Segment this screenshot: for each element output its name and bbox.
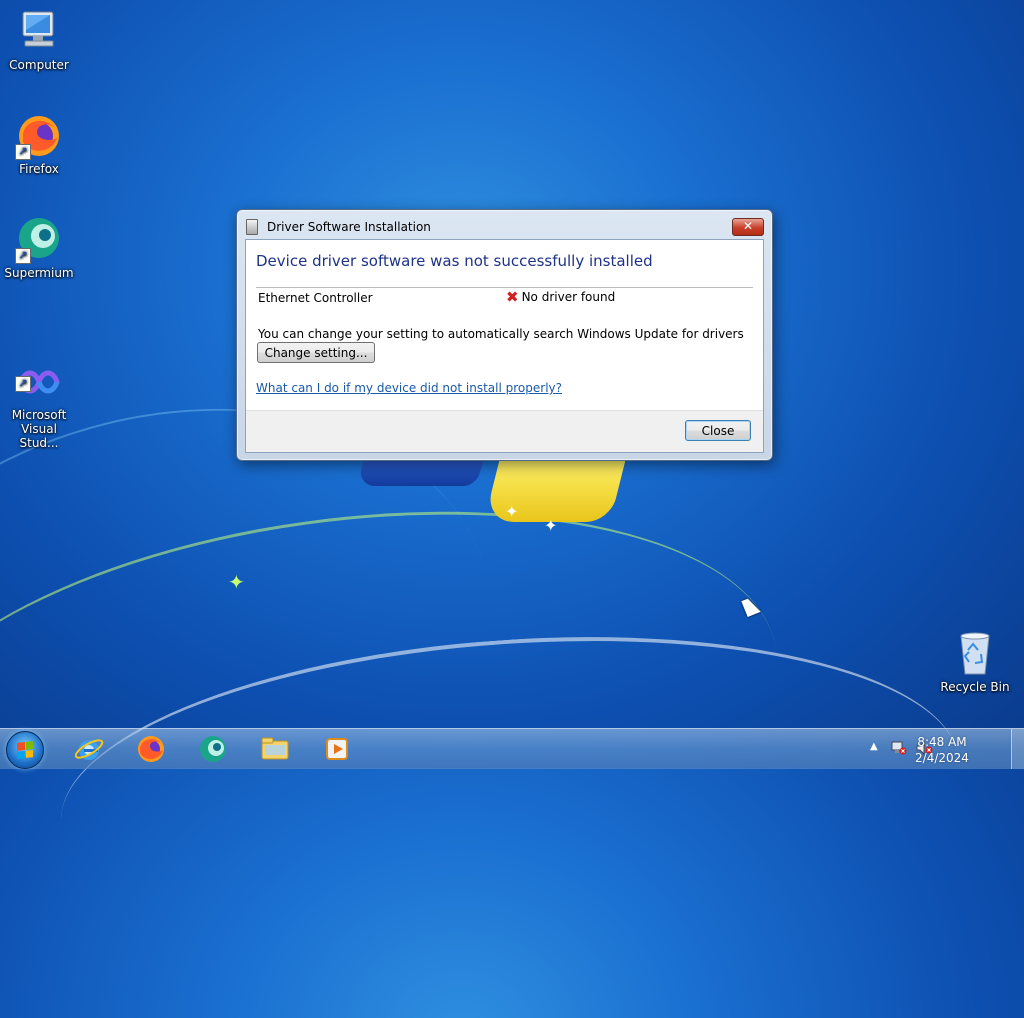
show-desktop-button[interactable] xyxy=(1011,729,1024,769)
taskbar-supermium[interactable] xyxy=(188,732,238,766)
clock-date: 2/4/2024 xyxy=(915,751,969,765)
close-button[interactable]: Close xyxy=(685,420,751,441)
close-window-button[interactable]: ✕ xyxy=(732,218,764,236)
driver-install-dialog: Driver Software Installation ✕ Device dr… xyxy=(236,209,773,461)
windows-explorer-icon xyxy=(261,737,289,760)
device-status: ✖ No driver found xyxy=(506,288,616,306)
taskbar-media-player[interactable] xyxy=(312,732,362,766)
dialog-title: Driver Software Installation xyxy=(267,220,431,234)
clock-time: 8:48 AM xyxy=(917,735,967,749)
installer-icon xyxy=(246,219,258,235)
wallpaper-swoosh xyxy=(50,608,970,976)
shortcut-arrow-icon: ↗ xyxy=(15,376,31,392)
shortcut-arrow-icon: ↗ xyxy=(15,248,31,264)
dialog-footer: Close xyxy=(246,410,763,452)
supermium-icon xyxy=(200,736,226,762)
wallpaper-sparkle: ✦ xyxy=(544,516,558,535)
taskbar-firefox[interactable] xyxy=(126,732,176,766)
divider xyxy=(256,287,753,288)
device-name: Ethernet Controller xyxy=(258,291,373,305)
device-status-text: No driver found xyxy=(521,290,616,304)
dialog-content: Device driver software was not successfu… xyxy=(245,239,764,453)
error-x-icon: ✖ xyxy=(506,288,519,306)
firefox-icon: ↗ xyxy=(15,112,63,160)
desktop-icon-label: Firefox xyxy=(19,162,59,176)
taskbar-windows-explorer[interactable] xyxy=(250,732,300,766)
recycle-bin-icon xyxy=(951,630,999,678)
internet-explorer-icon xyxy=(74,739,104,760)
wallpaper-sparkle: ✦ xyxy=(228,570,245,594)
clock[interactable]: 8:48 AM 2/4/2024 xyxy=(912,734,972,766)
desktop-icon-visual-studio[interactable]: ↗ Microsoft Visual Stud... xyxy=(1,330,77,464)
firefox-icon xyxy=(138,736,164,762)
info-text: You can change your setting to automatic… xyxy=(258,327,744,341)
desktop-icon-label: Computer xyxy=(9,58,69,72)
desktop-icon-firefox[interactable]: ↗ Firefox xyxy=(1,112,77,176)
help-link[interactable]: What can I do if my device did not insta… xyxy=(256,381,562,395)
taskbar-internet-explorer[interactable] xyxy=(64,732,114,766)
shortcut-arrow-icon: ↗ xyxy=(15,144,31,160)
change-setting-button[interactable]: Change setting... xyxy=(257,342,375,363)
mouse-cursor-icon xyxy=(741,595,761,618)
wallpaper-logo-blue-pane xyxy=(355,458,485,486)
wallpaper-sparkle: ✦ xyxy=(505,502,519,521)
wallpaper-swoosh xyxy=(0,459,803,964)
show-hidden-icons-button[interactable]: ▲ xyxy=(870,741,878,752)
desktop-icon-label: Supermium xyxy=(4,266,74,280)
computer-icon xyxy=(15,8,63,56)
desktop-icon-supermium[interactable]: ↗ Supermium xyxy=(1,216,77,280)
dialog-heading: Device driver software was not successfu… xyxy=(256,252,653,270)
start-button[interactable] xyxy=(6,731,44,769)
desktop-icon-recycle-bin[interactable]: Recycle Bin xyxy=(937,630,1013,694)
desktop-icon-label: Microsoft Visual Stud... xyxy=(11,408,67,450)
supermium-icon: ↗ xyxy=(15,216,63,264)
desktop-icon-label: Recycle Bin xyxy=(940,680,1010,694)
visual-studio-icon: ↗ xyxy=(15,344,63,394)
windows-logo-icon xyxy=(17,741,33,759)
media-player-icon xyxy=(326,738,348,760)
network-disconnected-icon[interactable] xyxy=(891,741,907,755)
taskbar: ▲ 8:48 AM 2/4/2024 xyxy=(0,728,1024,769)
desktop-icon-computer[interactable]: Computer xyxy=(1,8,77,72)
